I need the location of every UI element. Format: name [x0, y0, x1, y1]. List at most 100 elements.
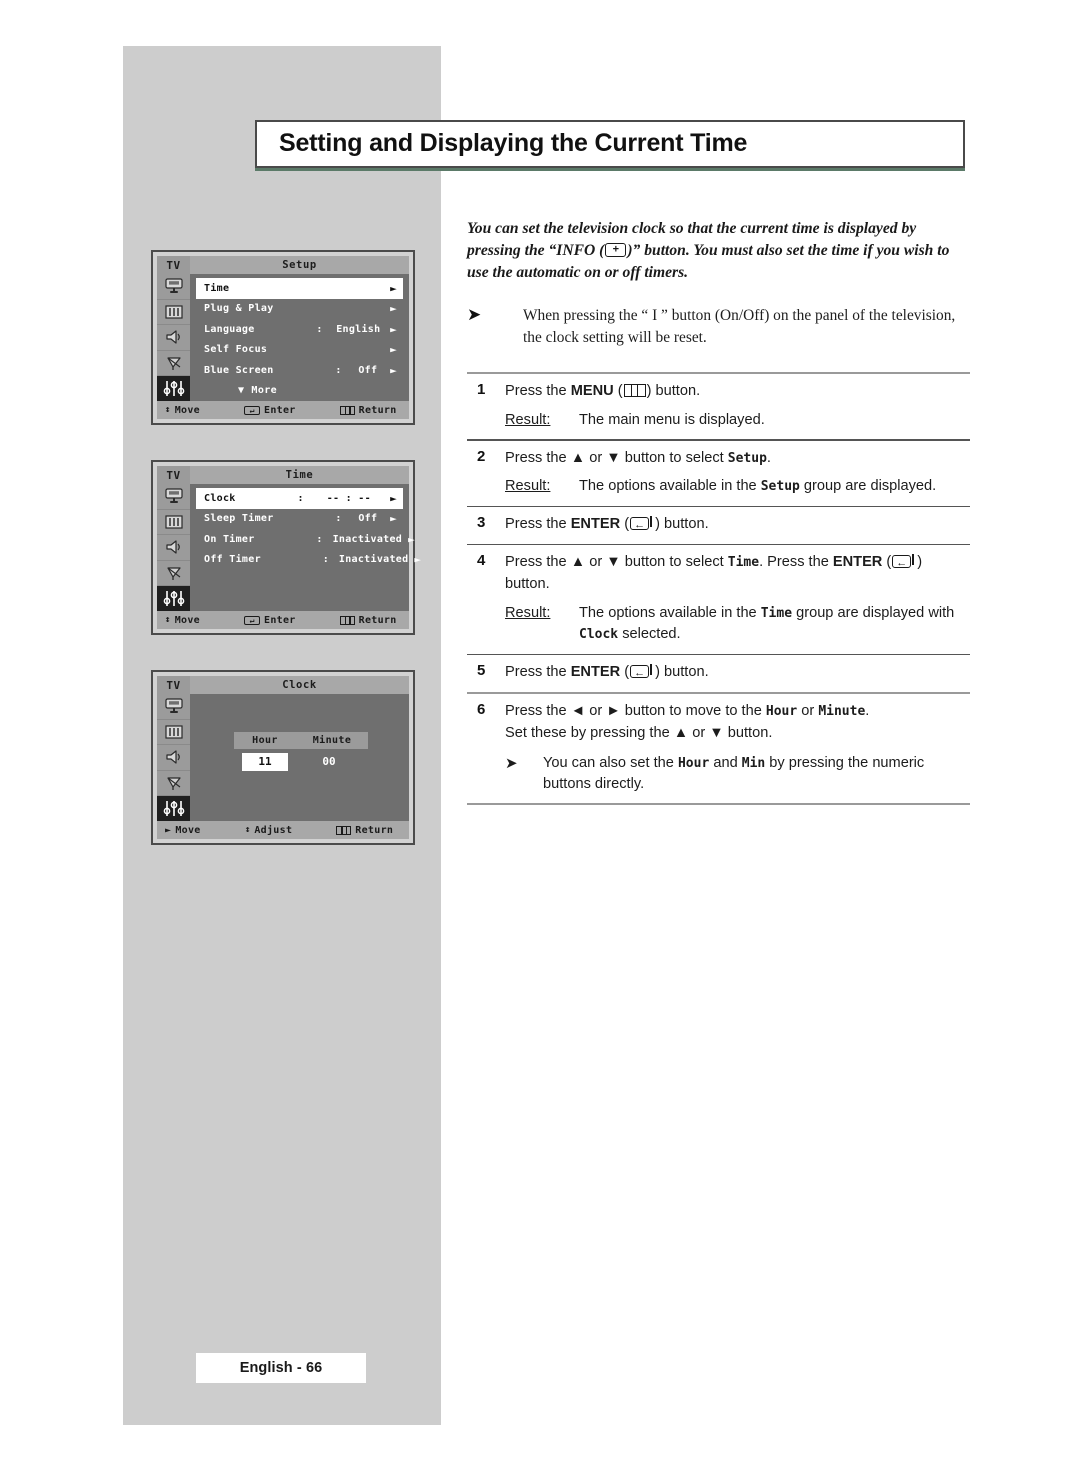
speaker-icon[interactable] [157, 325, 190, 351]
step-number: 4 [477, 552, 486, 570]
satellite-dish-icon[interactable] [157, 351, 190, 377]
step-5: 5 Press the ENTER (←) button. [467, 655, 970, 692]
equalizer-bars-icon[interactable] [157, 720, 190, 746]
menu-key-icon [339, 615, 355, 625]
result-text: The options available in the Time group … [579, 605, 955, 643]
osd-setup-menu: TV Setup Time ► Plug & Play ► Language:… [151, 250, 415, 425]
satellite-dish-icon[interactable] [157, 771, 190, 797]
picture-icon[interactable] [157, 274, 190, 300]
osd-row-time[interactable]: Time ► [196, 278, 403, 299]
chevron-right-icon: ► [390, 343, 397, 357]
bullet-arrow-icon: ➤ [467, 305, 482, 324]
enter-button-icon: ← [630, 516, 654, 531]
step-instruction: Press the ENTER (←) button. [505, 664, 709, 681]
osd-time-heading: Time [190, 466, 409, 484]
equalizer-bars-icon[interactable] [157, 510, 190, 536]
osd-setup-heading: Setup [190, 256, 409, 274]
setup-sliders-icon[interactable] [157, 376, 190, 401]
osd-clock-heading: Clock [190, 676, 409, 694]
step-instruction-line2: Set these by pressing the ▲ or ▼ button. [505, 724, 773, 741]
step-number: 3 [477, 514, 486, 532]
step-number: 6 [477, 700, 486, 718]
chevron-down-icon: ▼ [238, 385, 245, 396]
osd-return-hint: Return [339, 615, 397, 626]
osd-clock-editor: Hour Minute 11 00 [190, 694, 409, 821]
enter-button-icon: ← [630, 664, 654, 679]
step-number: 1 [477, 381, 486, 398]
osd-row-off-timer[interactable]: Off Timer : Inactivated ► [196, 550, 421, 571]
step-instruction: Press the ◄ or ► button to move to the H… [505, 702, 870, 719]
osd-enter-hint: ↵ Enter [244, 615, 296, 626]
osd-row-language[interactable]: Language : English ► [196, 319, 403, 340]
steps-list: 1 Press the MENU () button. Result: The … [467, 372, 970, 806]
osd-row-on-timer[interactable]: On Timer : Inactivated ► [196, 529, 415, 550]
result-label: Result: [505, 411, 551, 428]
picture-icon[interactable] [157, 694, 190, 720]
equalizer-bars-icon[interactable] [157, 300, 190, 326]
satellite-dish-icon[interactable] [157, 561, 190, 587]
picture-icon[interactable] [157, 484, 190, 510]
up-down-arrows-icon: ↕ [244, 824, 251, 835]
step-4: 4 Press the ▲ or ▼ button to select Time… [467, 545, 970, 653]
osd-time-topbar: TV Time [157, 466, 409, 484]
speaker-icon[interactable] [157, 745, 190, 771]
clock-hour-header: Hour [252, 735, 278, 746]
chevron-right-icon: ► [414, 553, 422, 567]
setup-sliders-icon[interactable] [157, 586, 190, 611]
osd-time-icon-rail [157, 484, 190, 611]
result-label: Result: [505, 478, 551, 495]
chevron-right-icon: ► [390, 363, 397, 377]
osd-tv-label: TV [157, 676, 190, 694]
osd-adjust-hint: ↕ Adjust [244, 824, 293, 836]
enter-key-icon: ↵ [244, 615, 261, 625]
osd-enter-hint: ↵ Enter [244, 405, 296, 416]
step-result: Result: The main menu is displayed. [505, 410, 970, 431]
clock-hour-value[interactable]: 11 [242, 752, 288, 771]
osd-row-sleep-timer[interactable]: Sleep Timer : Off ► [196, 509, 403, 530]
menu-key-icon [339, 405, 355, 415]
osd-row-plug-and-play[interactable]: Plug & Play ► [196, 299, 403, 320]
reset-note: ➤ When pressing the “ I ” button (On/Off… [467, 305, 972, 350]
clock-column-headers: Hour Minute [234, 732, 368, 749]
step-instruction: Press the ▲ or ▼ button to select Setup. [505, 449, 771, 466]
osd-setup-list: Time ► Plug & Play ► Language : English … [190, 274, 409, 401]
intro-paragraph: You can set the television clock so that… [467, 218, 967, 284]
step-number: 5 [477, 662, 486, 680]
page-footer-box: English - 66 [196, 1353, 366, 1383]
chevron-right-icon: ► [390, 302, 397, 316]
osd-move-hint: ↕ Move [164, 614, 201, 626]
menu-button-icon [623, 384, 646, 397]
osd-setup-bottom-bar: ↕ Move ↵ Enter Return [157, 401, 409, 419]
step-6-note: ➤ You can also set the Hour and Min by p… [505, 753, 970, 795]
osd-row-self-focus[interactable]: Self Focus ► [196, 340, 403, 361]
up-down-arrows-icon: ↕ [164, 404, 172, 415]
osd-row-blue-screen[interactable]: Blue Screen : Off ► [196, 360, 403, 381]
osd-tv-label: TV [157, 466, 190, 484]
step-1: 1 Press the MENU () button. Result: The … [467, 374, 970, 439]
result-text: The options available in the Setup group… [579, 478, 937, 495]
osd-row-clock[interactable]: Clock : -- : -- ► [196, 488, 403, 509]
chevron-right-icon: ► [390, 281, 397, 295]
osd-more-row[interactable]: ▼ More [190, 381, 409, 401]
step-result: Result: The options available in the Tim… [505, 603, 970, 645]
up-down-arrows-icon: ↕ [164, 614, 172, 625]
info-button-icon [605, 243, 627, 258]
page-title: Setting and Displaying the Current Time [279, 128, 748, 157]
osd-more-label: More [251, 385, 278, 396]
chevron-right-icon: ► [390, 491, 397, 505]
step-result: Result: The options available in the Set… [505, 476, 970, 497]
osd-time-bottom-bar: ↕ Move ↵ Enter Return [157, 611, 409, 629]
step-divider [467, 803, 970, 806]
chevron-right-icon: ► [408, 532, 416, 546]
osd-tv-label: TV [157, 256, 190, 274]
osd-clock-icon-rail [157, 694, 190, 821]
speaker-icon[interactable] [157, 535, 190, 561]
osd-move-hint: ► Move [165, 824, 201, 836]
setup-sliders-icon[interactable] [157, 796, 190, 821]
osd-setup-topbar: TV Setup [157, 256, 409, 274]
clock-minute-value[interactable]: 00 [298, 755, 360, 768]
step-6: 6 Press the ◄ or ► button to move to the… [467, 694, 970, 803]
step-instruction: Press the ENTER (←) button. [505, 516, 709, 533]
osd-move-hint: ↕ Move [164, 404, 201, 416]
osd-clock-bottom-bar: ► Move ↕ Adjust Return [157, 821, 409, 839]
